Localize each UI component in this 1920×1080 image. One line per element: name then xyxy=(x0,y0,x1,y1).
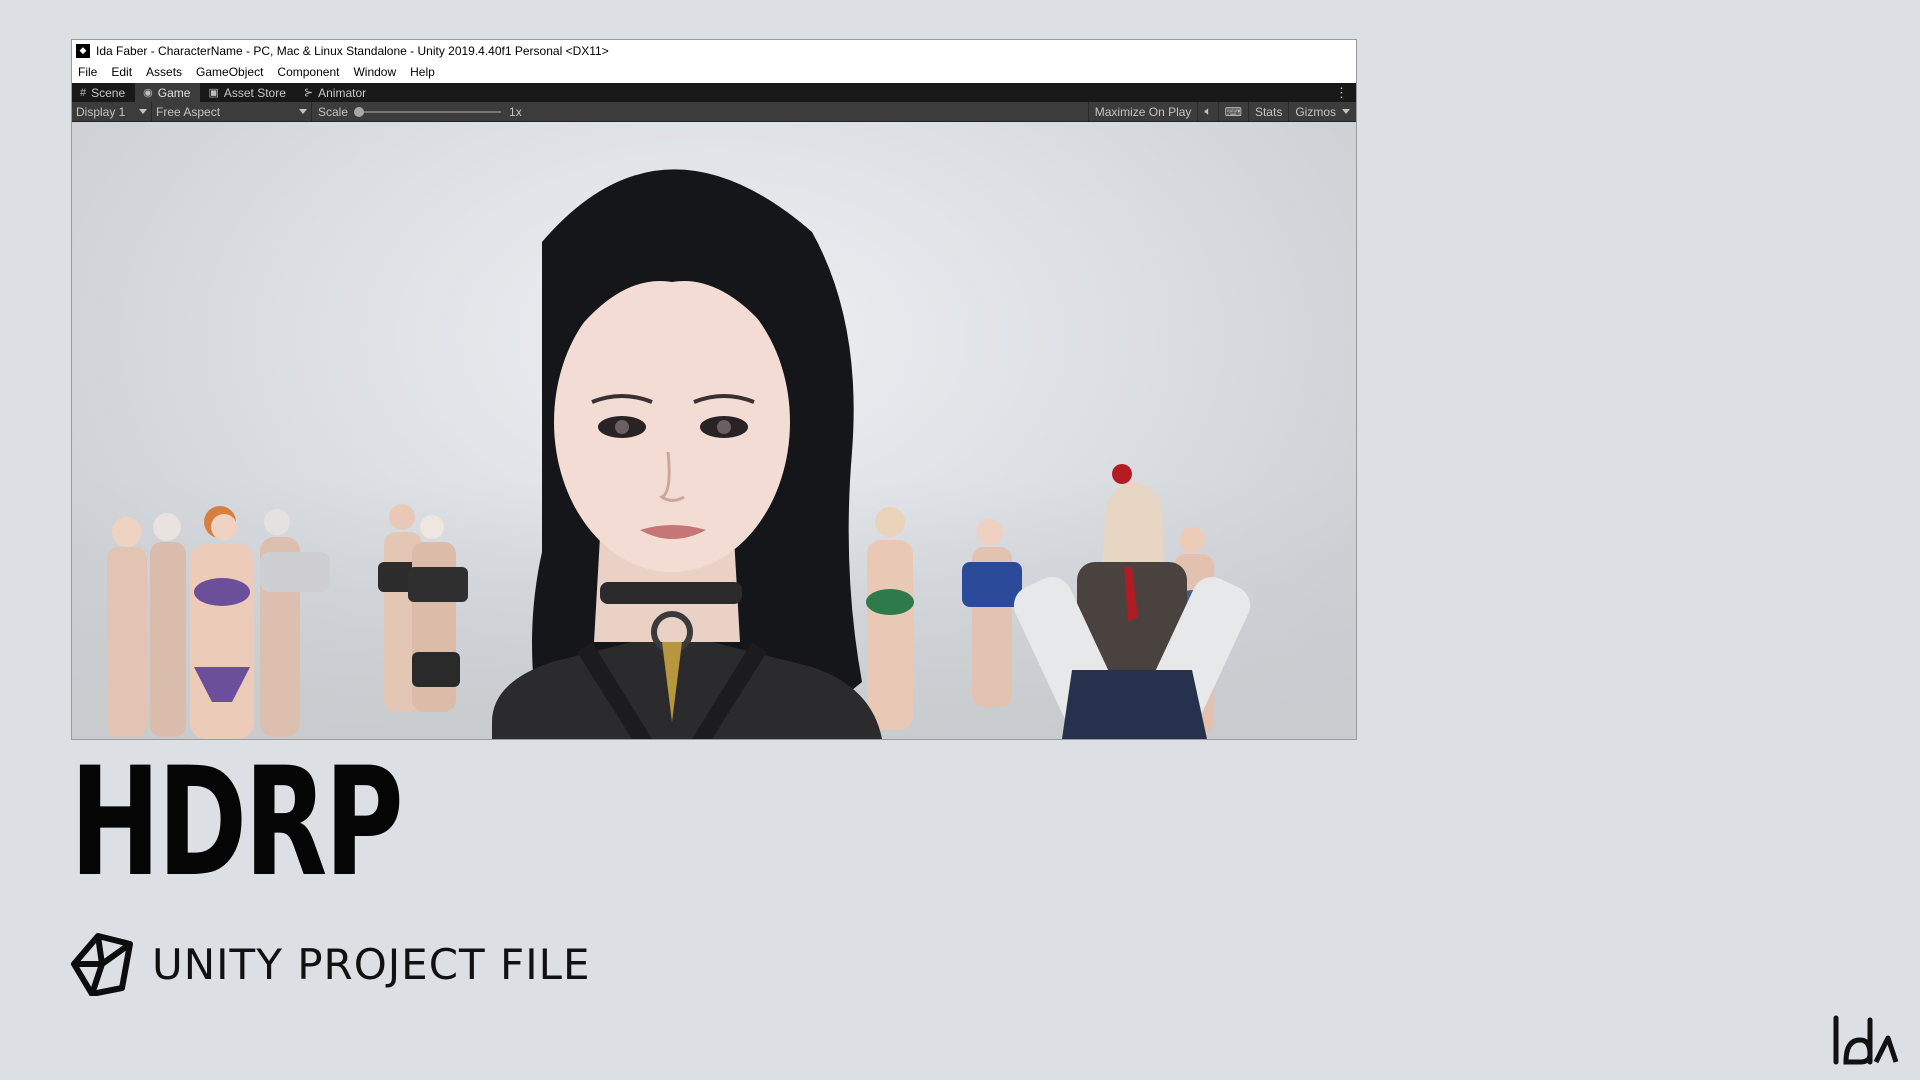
maximize-on-play-button[interactable]: Maximize On Play xyxy=(1087,102,1198,121)
gizmos-button[interactable]: Gizmos xyxy=(1288,102,1356,121)
tab-animator[interactable]: ⊱ Animator xyxy=(296,83,376,102)
editor-tab-bar: # Scene ◉ Game ▣ Asset Store ⊱ Animator … xyxy=(72,83,1356,102)
title-bar: ◆ Ida Faber - CharacterName - PC, Mac & … xyxy=(72,40,1356,61)
game-view-render[interactable] xyxy=(72,122,1356,739)
hdrp-headline: HDRP xyxy=(70,736,404,910)
menu-gameobject[interactable]: GameObject xyxy=(196,65,263,79)
menu-file[interactable]: File xyxy=(78,65,97,79)
project-file-subtitle: UNITY PROJECT FILE xyxy=(152,939,591,989)
main-character xyxy=(492,169,882,739)
scale-control: Scale 1x xyxy=(312,105,522,119)
menu-component[interactable]: Component xyxy=(277,65,339,79)
unity-logo-icon xyxy=(71,933,133,996)
display-dropdown-label: Display 1 xyxy=(76,104,126,119)
background-characters-left xyxy=(107,506,330,739)
aspect-dropdown[interactable]: Free Aspect xyxy=(152,102,312,121)
aspect-dropdown-label: Free Aspect xyxy=(156,104,221,119)
keyboard-icon[interactable]: ⌨︎ xyxy=(1217,102,1248,121)
background-characters-right xyxy=(866,464,1251,739)
more-options-icon[interactable]: ⋮ xyxy=(1335,83,1348,102)
game-view-toolbar: Display 1 Free Aspect Scale 1x Maximize … xyxy=(72,102,1356,122)
scale-label: Scale xyxy=(318,104,349,119)
menu-edit[interactable]: Edit xyxy=(111,65,132,79)
bag-icon: ▣ xyxy=(208,87,219,99)
ida-faber-logo-icon xyxy=(1833,1015,1899,1065)
animator-icon: ⊱ xyxy=(303,87,314,99)
character-render-image xyxy=(107,169,1251,739)
tab-asset-store[interactable]: ▣ Asset Store xyxy=(200,83,295,102)
background-characters-mid xyxy=(378,504,468,712)
chevron-down-icon xyxy=(139,109,147,114)
scale-slider-handle[interactable] xyxy=(354,106,365,117)
toolbar-right-group: Maximize On Play 🔈︎ ⌨︎ Stats Gizmos xyxy=(1087,102,1356,121)
chevron-down-icon xyxy=(1342,109,1350,114)
menu-window[interactable]: Window xyxy=(353,65,396,79)
gizmos-label: Gizmos xyxy=(1295,104,1336,119)
scale-value: 1x xyxy=(509,104,522,119)
display-dropdown[interactable]: Display 1 xyxy=(72,102,152,121)
mute-audio-icon[interactable]: 🔈︎ xyxy=(1197,102,1217,121)
window-title: Ida Faber - CharacterName - PC, Mac & Li… xyxy=(96,43,609,58)
tab-scene-label: Scene xyxy=(91,85,126,100)
tab-game[interactable]: ◉ Game xyxy=(135,83,201,102)
stats-button[interactable]: Stats xyxy=(1247,102,1288,121)
gamepad-icon: ◉ xyxy=(143,87,153,99)
tab-scene[interactable]: # Scene xyxy=(72,83,135,102)
menu-assets[interactable]: Assets xyxy=(146,65,182,79)
menu-bar: File Edit Assets GameObject Component Wi… xyxy=(72,61,1356,83)
scale-slider[interactable] xyxy=(354,106,502,117)
grid-icon: # xyxy=(80,86,87,99)
tab-game-label: Game xyxy=(157,85,191,100)
unity-app-icon: ◆ xyxy=(76,43,90,58)
menu-help[interactable]: Help xyxy=(410,65,435,79)
chevron-down-icon xyxy=(299,109,307,114)
tab-asset-store-label: Asset Store xyxy=(223,85,286,100)
tab-animator-label: Animator xyxy=(318,85,367,100)
subtitle-row: UNITY PROJECT FILE xyxy=(70,932,591,996)
unity-editor-window: ◆ Ida Faber - CharacterName - PC, Mac & … xyxy=(71,39,1357,740)
